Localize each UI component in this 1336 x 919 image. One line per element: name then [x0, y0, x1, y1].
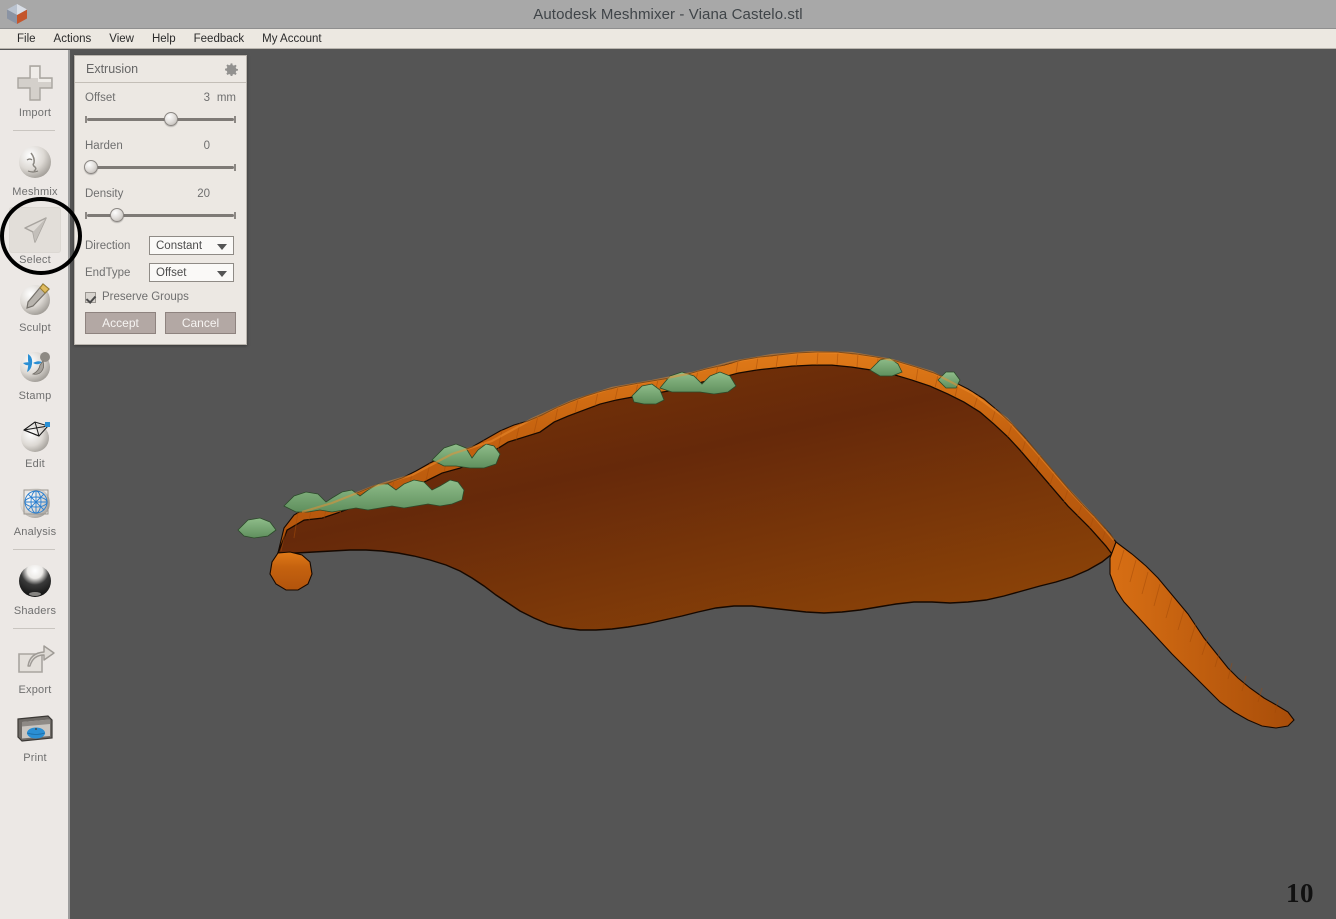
sidebar-item-export[interactable]: Export	[0, 635, 70, 703]
3d-viewport[interactable]: 10	[72, 50, 1336, 919]
endtype-row: EndType Offset	[85, 263, 236, 282]
offset-label: Offset	[85, 92, 116, 104]
printer-icon	[9, 705, 61, 751]
chevron-down-icon	[217, 243, 227, 250]
toolbar-separator	[13, 130, 55, 131]
density-slider[interactable]	[85, 207, 236, 223]
face-sphere-icon	[9, 139, 61, 185]
sidebar-item-label: Analysis	[13, 526, 57, 538]
offset-row: Offset 3 mm	[85, 92, 236, 104]
meshmixer-window: Autodesk Meshmixer - Viana Castelo.stl F…	[0, 0, 1336, 919]
brush-sphere-icon	[9, 275, 61, 321]
menu-actions[interactable]: Actions	[45, 29, 101, 49]
stamp-sphere-icon	[9, 343, 61, 389]
toolbar-separator	[13, 549, 55, 550]
sidebar-item-label: Shaders	[13, 605, 57, 617]
endtype-dropdown[interactable]: Offset	[149, 263, 234, 282]
menu-bar: File Actions View Help Feedback My Accou…	[0, 29, 1336, 49]
window-title: Autodesk Meshmixer - Viana Castelo.stl	[533, 6, 803, 23]
cancel-button[interactable]: Cancel	[165, 312, 236, 334]
sidebar-item-shaders[interactable]: Shaders	[0, 556, 70, 624]
menu-help[interactable]: Help	[143, 29, 185, 49]
title-bar: Autodesk Meshmixer - Viana Castelo.stl	[0, 0, 1336, 29]
sidebar-item-label: Sculpt	[19, 322, 51, 334]
sidebar-item-label: Print	[23, 752, 47, 764]
preserve-groups-row[interactable]: Preserve Groups	[85, 291, 236, 303]
slider-cap-right	[234, 164, 236, 171]
sidebar-item-print[interactable]: Print	[0, 703, 70, 771]
endtype-value: Offset	[156, 266, 187, 279]
slider-cap-right	[234, 116, 236, 123]
chevron-down-icon	[217, 270, 227, 277]
direction-label: Direction	[85, 239, 131, 252]
direction-value: Constant	[156, 239, 203, 252]
mesh-plane-sphere-icon	[9, 411, 61, 457]
slider-cap-right	[234, 212, 236, 219]
extrusion-panel-header: Extrusion	[75, 56, 246, 83]
preserve-groups-checkbox[interactable]	[85, 291, 96, 303]
terrain-model[interactable]	[72, 50, 1336, 919]
density-row: Density 20	[85, 188, 236, 200]
toolbar-separator	[13, 628, 55, 629]
harden-row: Harden 0	[85, 140, 236, 152]
gear-icon[interactable]	[225, 62, 238, 76]
sidebar-item-edit[interactable]: Edit	[0, 409, 70, 477]
panel-title: Extrusion	[86, 62, 139, 76]
sidebar-item-analysis[interactable]: Analysis	[0, 477, 70, 545]
sidebar-item-label: Edit	[25, 458, 45, 470]
sidebar-item-label: Import	[18, 107, 52, 119]
cursor-arrow-icon	[9, 207, 61, 253]
harden-value: 0	[203, 140, 210, 152]
offset-slider-handle[interactable]	[164, 112, 179, 126]
extrusion-panel: Extrusion Offset 3 mm Harden 0 Density 2…	[74, 55, 247, 345]
direction-row: Direction Constant	[85, 236, 236, 255]
offset-slider[interactable]	[85, 111, 236, 127]
export-arrow-icon	[9, 637, 61, 683]
slider-track	[87, 166, 234, 169]
shaded-sphere-icon	[9, 558, 61, 604]
sidebar-item-select[interactable]: Select	[0, 205, 70, 273]
slider-track	[87, 118, 234, 121]
menu-my-account[interactable]: My Account	[253, 29, 330, 49]
density-value: 20	[197, 188, 210, 200]
plus-icon	[9, 60, 61, 106]
density-label: Density	[85, 188, 124, 200]
panel-button-row: Accept Cancel	[85, 312, 236, 334]
sidebar-item-label: Meshmix	[12, 186, 58, 198]
preserve-groups-label: Preserve Groups	[102, 291, 189, 303]
sidebar-item-label: Stamp	[18, 390, 52, 402]
density-slider-handle[interactable]	[109, 208, 124, 222]
wireframe-sphere-icon	[9, 479, 61, 525]
menu-file[interactable]: File	[8, 29, 45, 49]
endtype-label: EndType	[85, 266, 131, 279]
left-toolbar: Import Meshmix Select Sculpt Stamp Edit …	[0, 50, 70, 919]
harden-slider-handle[interactable]	[84, 160, 99, 174]
sidebar-item-stamp[interactable]: Stamp	[0, 341, 70, 409]
frame-counter: 10	[1286, 878, 1314, 908]
sidebar-item-label: Select	[19, 254, 51, 266]
sidebar-item-label: Export	[18, 684, 52, 696]
harden-slider[interactable]	[84, 159, 236, 175]
sidebar-item-meshmix[interactable]: Meshmix	[0, 137, 70, 205]
sidebar-item-sculpt[interactable]: Sculpt	[0, 273, 70, 341]
sidebar-item-import[interactable]: Import	[0, 58, 70, 126]
direction-dropdown[interactable]: Constant	[149, 236, 234, 255]
harden-label: Harden	[85, 140, 123, 152]
menu-feedback[interactable]: Feedback	[185, 29, 254, 49]
accept-button[interactable]: Accept	[85, 312, 156, 334]
extrusion-panel-body: Offset 3 mm Harden 0 Density 20 Directio…	[75, 83, 246, 344]
menu-view[interactable]: View	[100, 29, 143, 49]
offset-unit: mm	[216, 92, 236, 104]
